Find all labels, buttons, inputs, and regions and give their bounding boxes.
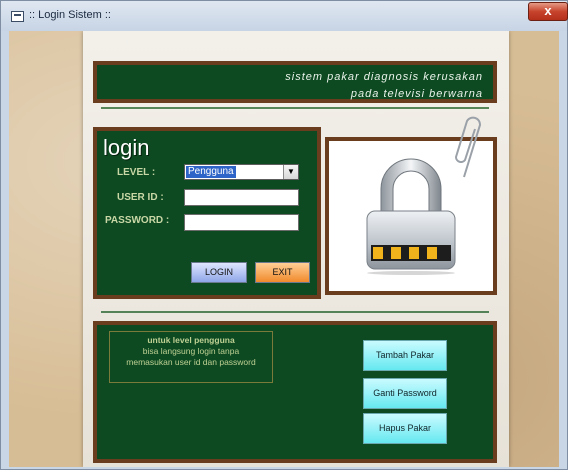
close-icon: x [544,3,552,18]
userid-label: USER ID : [117,192,164,203]
level-selected-value: Pengguna [186,166,236,178]
app-title: sistem pakar diagnosis kerusakan pada te… [223,69,483,103]
hapus-pakar-button[interactable]: Hapus Pakar [363,413,447,444]
tambah-pakar-button[interactable]: Tambah Pakar [363,340,447,371]
info-panel: untuk level pengguna bisa langsung login… [93,321,497,463]
info-line: memasukan user id dan password [126,357,256,367]
info-note: untuk level pengguna bisa langsung login… [109,331,273,383]
password-field[interactable] [184,214,299,231]
exit-button[interactable]: EXIT [255,262,310,283]
ganti-password-button[interactable]: Ganti Password Baru [363,378,447,427]
divider [101,107,489,109]
login-panel: login LEVEL : Pengguna ▼ USER ID : PASSW… [93,127,321,299]
password-label: PASSWORD : [105,215,170,226]
divider [101,311,489,313]
paperclip-icon [454,116,481,178]
login-button[interactable]: LOGIN [191,262,247,283]
login-window: :: Login Sistem :: x sistem pakar diagno… [0,0,568,470]
app-banner: sistem pakar diagnosis kerusakan pada te… [93,61,497,103]
window-icon [11,11,24,22]
dropdown-arrow-icon[interactable]: ▼ [283,165,298,179]
info-line: untuk level pengguna [147,335,235,345]
padlock-icon [366,158,456,275]
title-bar[interactable]: :: Login Sistem :: x [1,1,568,31]
info-line: bisa langsung login tanpa [142,346,240,356]
info-text: untuk level pengguna bisa langsung login… [110,332,272,368]
form-client-area: sistem pakar diagnosis kerusakan pada te… [9,31,559,467]
app-title-line1: sistem pakar diagnosis kerusakan [285,71,483,83]
app-title-line2: pada televisi berwarna [350,88,483,100]
userid-field[interactable] [184,189,299,206]
window-title: :: Login Sistem :: [29,9,111,21]
level-select[interactable]: Pengguna ▼ [184,164,299,180]
level-label: LEVEL : [117,167,156,178]
login-heading: login [103,135,150,160]
close-button[interactable]: x [528,2,568,21]
